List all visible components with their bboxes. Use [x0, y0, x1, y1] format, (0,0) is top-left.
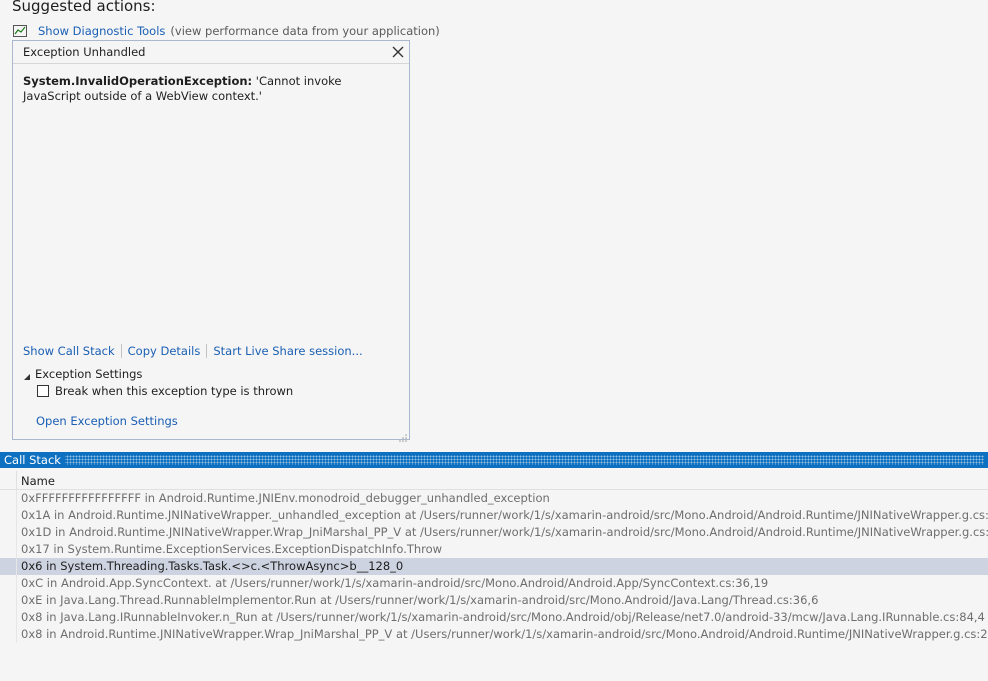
row-gutter: [0, 524, 17, 541]
column-header-gutter: [0, 471, 17, 489]
call-stack-row[interactable]: 0x8 in Java.Lang.IRunnableInvoker.n_Run …: [0, 609, 988, 626]
call-stack-titlebar[interactable]: Call Stack: [0, 452, 988, 468]
exception-settings-toggle[interactable]: Exception Settings: [23, 367, 142, 381]
call-stack-row[interactable]: 0xFFFFFFFFFFFFFFFF in Android.Runtime.JN…: [0, 490, 988, 507]
exception-unhandled-panel: Exception Unhandled System.InvalidOperat…: [12, 40, 410, 442]
diagnostic-tools-row: Show Diagnostic Tools (view performance …: [13, 23, 440, 39]
exception-panel-title: Exception Unhandled: [23, 45, 146, 59]
start-live-share-link[interactable]: Start Live Share session...: [213, 344, 362, 358]
exception-settings-label: Exception Settings: [35, 367, 143, 381]
call-stack-row[interactable]: 0xE in Java.Lang.Thread.RunnableImplemen…: [0, 592, 988, 609]
exception-type: System.InvalidOperationException:: [23, 74, 253, 88]
call-stack-frame-text: 0x17 in System.Runtime.ExceptionServices…: [21, 542, 443, 556]
name-column-header[interactable]: Name: [21, 474, 55, 488]
call-stack-frame-text: 0x1A in Android.Runtime.JNINativeWrapper…: [21, 508, 988, 522]
call-stack-frame-text: 0x8 in Android.Runtime.JNINativeWrapper.…: [21, 627, 988, 641]
row-gutter: [0, 592, 17, 609]
show-call-stack-link[interactable]: Show Call Stack: [23, 344, 115, 358]
row-gutter: [0, 626, 17, 643]
row-gutter: [0, 575, 17, 592]
call-stack-panel: Name 0xFFFFFFFFFFFFFFFF in Android.Runti…: [0, 468, 988, 681]
row-gutter: [0, 490, 17, 507]
close-icon[interactable]: [390, 44, 406, 60]
call-stack-rows: 0xFFFFFFFFFFFFFFFF in Android.Runtime.JN…: [0, 490, 988, 643]
resize-grip-icon[interactable]: [398, 428, 408, 442]
link-separator: [206, 344, 208, 358]
copy-details-link[interactable]: Copy Details: [128, 344, 201, 358]
exception-helper-area: Suggested actions: Show Diagnostic Tools…: [0, 0, 988, 448]
call-stack-row[interactable]: 0x1A in Android.Runtime.JNINativeWrapper…: [0, 507, 988, 524]
call-stack-row[interactable]: 0x1D in Android.Runtime.JNINativeWrapper…: [0, 524, 988, 541]
call-stack-frame-text: 0xC in Android.App.SyncContext. at /User…: [21, 576, 769, 590]
call-stack-title: Call Stack: [4, 453, 65, 467]
triangle-expanded-icon: [23, 370, 31, 380]
call-stack-row[interactable]: 0x17 in System.Runtime.ExceptionServices…: [0, 541, 988, 558]
link-separator: [120, 344, 122, 358]
call-stack-row[interactable]: 0x6 in System.Threading.Tasks.Task.<>c.<…: [0, 558, 988, 575]
diagnostic-tools-description: (view performance data from your applica…: [170, 24, 440, 38]
exception-message: System.InvalidOperationException: 'Canno…: [23, 74, 393, 104]
call-stack-frame-text: 0x8 in Java.Lang.IRunnableInvoker.n_Run …: [21, 610, 985, 624]
titlebar-grip: [60, 455, 984, 465]
break-when-thrown-row: Break when this exception type is thrown: [37, 384, 293, 398]
exception-panel-header: Exception Unhandled: [13, 41, 409, 64]
open-exception-settings-link[interactable]: Open Exception Settings: [36, 414, 178, 428]
call-stack-frame-text: 0xE in Java.Lang.Thread.RunnableImplemen…: [21, 593, 819, 607]
row-gutter: [0, 558, 17, 575]
exception-actions: Show Call Stack Copy Details Start Live …: [23, 344, 363, 358]
line-chart-icon: [13, 25, 27, 37]
call-stack-column-header: Name: [0, 471, 988, 490]
call-stack-frame-text: 0xFFFFFFFFFFFFFFFF in Android.Runtime.JN…: [21, 491, 550, 505]
suggested-actions-title: Suggested actions:: [12, 0, 156, 15]
break-when-thrown-label: Break when this exception type is thrown: [55, 384, 294, 398]
call-stack-frame-text: 0x6 in System.Threading.Tasks.Task.<>c.<…: [21, 559, 404, 573]
row-gutter: [0, 507, 17, 524]
call-stack-row[interactable]: 0x8 in Android.Runtime.JNINativeWrapper.…: [0, 626, 988, 643]
break-when-thrown-checkbox[interactable]: [37, 385, 49, 397]
show-diagnostic-tools-link[interactable]: Show Diagnostic Tools: [38, 24, 165, 38]
row-gutter: [0, 609, 17, 626]
call-stack-row[interactable]: 0xC in Android.App.SyncContext. at /User…: [0, 575, 988, 592]
row-gutter: [0, 541, 17, 558]
call-stack-frame-text: 0x1D in Android.Runtime.JNINativeWrapper…: [21, 525, 988, 539]
